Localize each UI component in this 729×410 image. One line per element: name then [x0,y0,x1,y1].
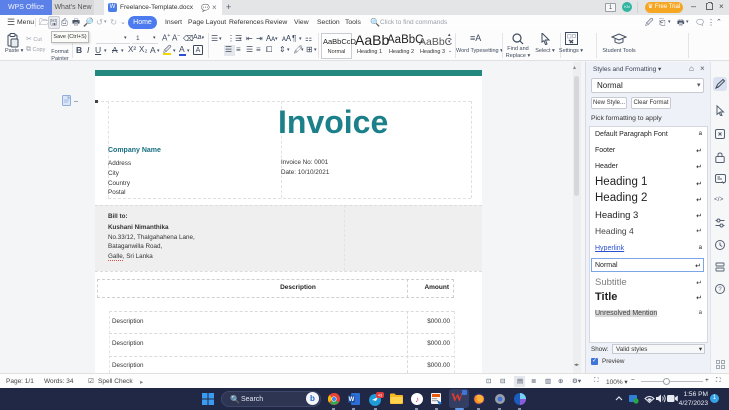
svg-text:♪: ♪ [415,395,419,404]
svg-text:W: W [349,397,355,403]
svg-text:43: 43 [378,393,383,398]
svg-text:?: ? [718,287,722,293]
